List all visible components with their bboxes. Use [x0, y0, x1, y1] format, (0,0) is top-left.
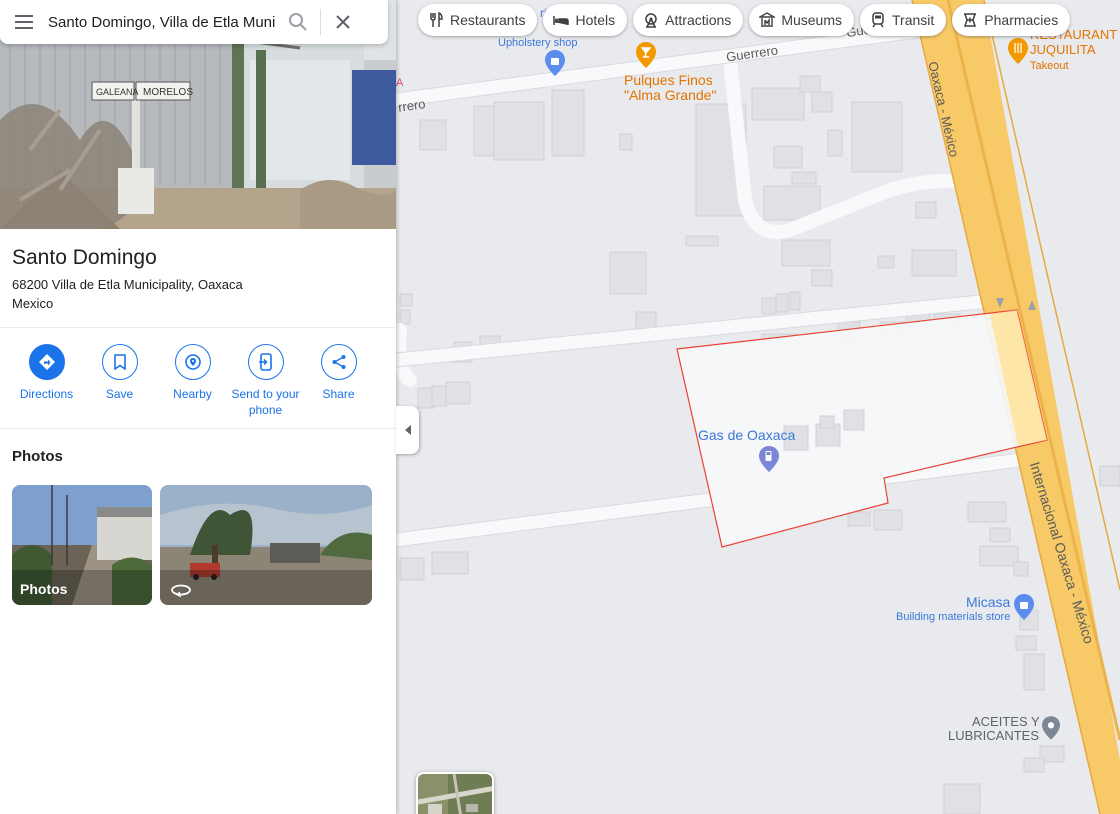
place-panel: GALEANA MORELOS Santo Domingo, Villa de …	[0, 0, 396, 814]
nearby-label: Nearby	[173, 387, 212, 401]
map-corner-label: A	[396, 77, 404, 89]
directions-button[interactable]: Directions	[10, 344, 83, 418]
divider	[0, 428, 396, 429]
shopping-bag-pin-icon	[1014, 594, 1034, 620]
address-line-1: 68200 Villa de Etla Municipality, Oaxaca	[12, 277, 243, 292]
chip-label: Attractions	[665, 12, 732, 28]
museum-icon	[759, 12, 776, 27]
satellite-layer-toggle[interactable]	[416, 772, 494, 814]
place-title: Santo Domingo	[12, 246, 157, 269]
address-line-2: Mexico	[12, 296, 54, 311]
micasa-pin[interactable]	[1014, 594, 1034, 620]
share-button[interactable]: Share	[302, 344, 375, 418]
aceites-label-2[interactable]: LUBRICANTES	[948, 729, 1039, 743]
pulques-label-2[interactable]: "Alma Grande"	[624, 88, 716, 102]
pharmacy-icon	[964, 13, 977, 27]
photos-tile-caption: Photos	[20, 581, 68, 597]
chip-transit[interactable]: Transit	[860, 4, 947, 36]
close-icon	[336, 15, 350, 29]
street-view-360-icon	[171, 584, 191, 597]
shopping-bag-pin-icon	[545, 50, 565, 76]
category-chips: Restaurants Hotels Attractions Museums T…	[418, 4, 1071, 36]
bookmark-icon	[113, 354, 126, 370]
photos-heading: Photos	[12, 448, 63, 465]
share-icon	[332, 355, 345, 369]
chip-label: Transit	[892, 12, 935, 28]
directions-label: Directions	[19, 387, 74, 401]
directions-icon	[38, 354, 55, 370]
divider	[0, 327, 396, 328]
save-label: Save	[105, 387, 134, 401]
juquilita-sub: Takeout	[1030, 60, 1069, 72]
sign-galeana: GALEANA	[96, 87, 139, 97]
hamburger-icon	[15, 15, 33, 29]
nearby-button[interactable]: Nearby	[156, 344, 229, 418]
photos-tile[interactable]: Photos	[12, 485, 152, 605]
aceites-pin[interactable]	[1042, 716, 1060, 740]
restaurant-pin-icon	[1008, 38, 1028, 64]
chip-label: Restaurants	[450, 12, 526, 28]
chevron-left-icon	[404, 425, 411, 435]
send-to-phone-label: Send to your phone	[231, 387, 300, 417]
chip-restaurants[interactable]: Restaurants	[418, 4, 538, 36]
satellite-thumbnail	[418, 774, 492, 814]
fork-knife-icon	[430, 12, 443, 27]
place-pin-icon	[1042, 716, 1060, 740]
upholstery-shop-label[interactable]: Upholstery shop	[498, 36, 578, 50]
juquilita-label-2[interactable]: JUQUILITA	[1030, 43, 1096, 57]
chip-attractions[interactable]: Attractions	[633, 4, 744, 36]
micasa-sub: Building materials store	[896, 611, 1011, 623]
share-label: Share	[322, 387, 355, 401]
gas-station-pin[interactable]	[759, 446, 779, 472]
action-row: Directions Save Nearby Send to your phon…	[10, 344, 375, 418]
pulques-pin[interactable]	[636, 42, 656, 68]
micasa-label[interactable]: Micasa	[966, 595, 1010, 609]
aceites-label-1[interactable]: ACEITES Y	[972, 715, 1040, 729]
nearby-icon	[184, 354, 201, 370]
chip-hotels[interactable]: Hotels	[543, 4, 628, 36]
close-search-button[interactable]	[321, 0, 365, 44]
search-box: Santo Domingo, Villa de Etla Municipalit…	[0, 0, 388, 44]
chip-label: Hotels	[575, 12, 616, 28]
train-icon	[872, 12, 884, 28]
menu-button[interactable]	[0, 0, 48, 44]
chip-label: Museums	[781, 12, 842, 28]
ferris-wheel-icon	[645, 13, 657, 28]
bed-icon	[553, 16, 570, 25]
search-button[interactable]	[276, 0, 320, 44]
chip-label: Pharmacies	[984, 12, 1059, 28]
search-icon	[289, 13, 307, 31]
bar-pin-icon	[636, 42, 656, 68]
gas-de-oaxaca-label[interactable]: Gas de Oaxaca	[698, 428, 795, 442]
save-button[interactable]: Save	[83, 344, 156, 418]
pulques-label-1[interactable]: Pulques Finos	[624, 73, 713, 87]
collapse-panel-button[interactable]	[396, 406, 419, 454]
chip-museums[interactable]: Museums	[749, 4, 854, 36]
phone-icon	[258, 353, 272, 371]
send-to-phone-button[interactable]: Send to your phone	[229, 344, 302, 418]
sign-morelos: MORELOS	[143, 87, 193, 98]
search-input[interactable]: Santo Domingo, Villa de Etla Municipalit…	[48, 14, 276, 31]
chip-pharmacies[interactable]: Pharmacies	[952, 4, 1071, 36]
upholstery-shop-pin[interactable]	[545, 50, 565, 76]
street-view-tile[interactable]	[160, 485, 372, 605]
juquilita-pin[interactable]	[1008, 38, 1028, 64]
gas-station-icon	[759, 446, 779, 472]
